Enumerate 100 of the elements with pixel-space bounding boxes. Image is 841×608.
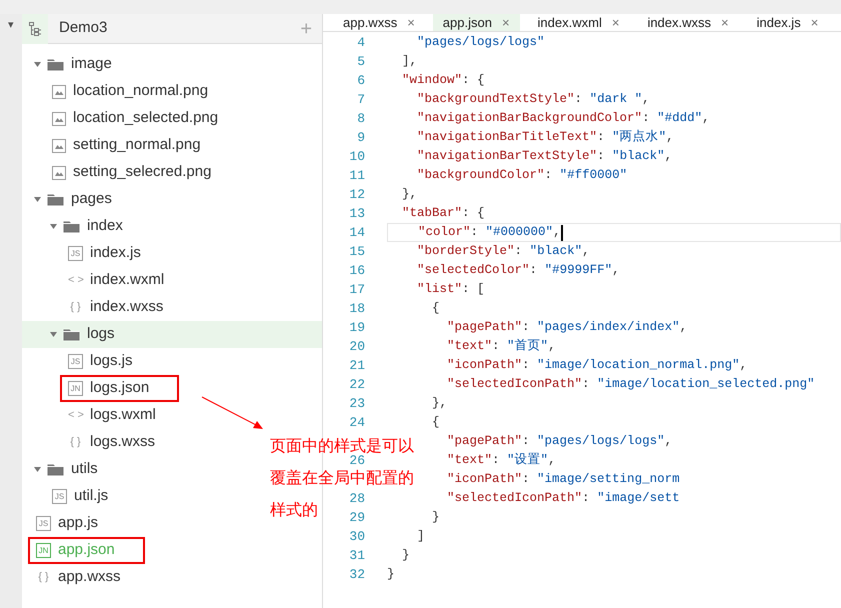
code-line: "pagePath": "pages/index/index", xyxy=(447,319,688,336)
line-number: 9 xyxy=(356,128,365,147)
file-name: index.wxss xyxy=(90,297,164,318)
file-type-icon: { } xyxy=(68,434,83,451)
line-number: 12 xyxy=(348,186,365,204)
line-number: 6 xyxy=(356,72,365,90)
line-number: 20 xyxy=(348,338,365,356)
close-icon[interactable]: × xyxy=(502,12,510,32)
code-line: "backgroundColor": "#ff0000" xyxy=(417,167,628,184)
line-number: 22 xyxy=(348,376,365,394)
code-line: "navigationBarTitleText": "两点水", xyxy=(417,129,674,146)
code-line: } xyxy=(387,566,395,583)
file-name: logs.js xyxy=(90,351,133,372)
image-icon xyxy=(52,138,66,152)
code-line: { xyxy=(432,414,440,431)
tree-item[interactable]: index xyxy=(22,213,129,240)
file-type-icon: JS xyxy=(52,489,67,504)
tree-item[interactable]: logs xyxy=(22,321,322,348)
tree-item[interactable]: { } app.wxss xyxy=(22,564,127,591)
file-name: index xyxy=(87,216,123,236)
arrow xyxy=(202,396,263,429)
line-number: 4 xyxy=(356,34,365,52)
tree-icon[interactable] xyxy=(28,22,42,36)
editor-tab[interactable]: app.json × xyxy=(432,14,520,31)
tree-item[interactable]: JS util.js xyxy=(22,483,114,510)
tree-item[interactable]: JS logs.js xyxy=(22,348,139,375)
line-number: 14 xyxy=(348,224,365,242)
code-line: "borderStyle": "black", xyxy=(417,243,590,260)
file-type-icon: JS xyxy=(36,516,51,531)
tree-item[interactable]: location_normal.png xyxy=(22,78,214,105)
caret-icon[interactable] xyxy=(34,197,41,202)
line-number: 21 xyxy=(348,356,365,375)
code-line: ] xyxy=(417,528,425,545)
folder-icon xyxy=(47,58,64,71)
line-number: 32 xyxy=(348,566,365,584)
close-icon[interactable]: × xyxy=(407,12,415,32)
code-line: "pages/logs/logs" xyxy=(417,34,545,51)
tree-item[interactable]: location_selected.png xyxy=(22,105,224,132)
file-name: logs xyxy=(87,324,115,344)
tree-item[interactable]: setting_selecred.png xyxy=(22,159,218,186)
folder-icon xyxy=(47,193,64,206)
line-number: 24 xyxy=(348,414,365,432)
tree-item[interactable]: { } index.wxss xyxy=(22,294,170,321)
file-name: setting_selecred.png xyxy=(73,162,212,182)
tree-item[interactable]: { } logs.wxss xyxy=(22,429,162,456)
file-name: app.js xyxy=(58,513,98,534)
caret-icon[interactable]: ▾ xyxy=(8,18,14,32)
file-name: logs.json xyxy=(90,378,150,398)
tree-item[interactable]: pages xyxy=(22,186,118,213)
caret-icon[interactable] xyxy=(34,62,41,67)
caret-icon[interactable] xyxy=(50,224,57,229)
tree-item[interactable]: utils xyxy=(22,456,104,483)
file-name: location_normal.png xyxy=(73,81,208,102)
file-name: logs.wxml xyxy=(90,405,156,426)
image-icon xyxy=(52,112,66,126)
caret-icon[interactable] xyxy=(34,467,41,472)
code-line: "text": "设置", xyxy=(447,452,556,469)
line-number: 19 xyxy=(348,318,365,337)
code-line: "selectedColor": "#9999FF", xyxy=(417,262,620,279)
line-number: 23 xyxy=(348,394,365,413)
code-line: "iconPath": "image/location_normal.png", xyxy=(447,357,748,374)
caret-icon[interactable] xyxy=(50,332,57,337)
line-number: 10 xyxy=(348,148,365,166)
line-number: 31 xyxy=(348,546,365,565)
tree-item[interactable]: JS app.js xyxy=(22,510,104,537)
folder-icon xyxy=(47,463,64,476)
line-number: 16 xyxy=(348,262,365,280)
image-icon xyxy=(52,84,66,98)
tree-item[interactable]: image xyxy=(22,51,118,78)
line-number: 28 xyxy=(348,490,365,508)
folder-icon xyxy=(63,328,80,341)
code-line: "list": [ xyxy=(417,281,485,298)
tree-item[interactable]: JS index.js xyxy=(22,240,147,267)
line-number: 7 xyxy=(356,90,365,109)
close-icon[interactable]: × xyxy=(721,12,729,32)
file-name: util.js xyxy=(74,486,108,506)
file-name: app.wxss xyxy=(58,567,121,588)
line-number: 13 xyxy=(348,204,365,223)
line-number: 26 xyxy=(349,452,365,470)
code-line: }, xyxy=(432,395,448,412)
line-number: 8 xyxy=(356,110,365,128)
close-icon[interactable]: × xyxy=(810,12,818,32)
image-icon xyxy=(52,166,66,180)
code-line: "selectedIconPath": "image/location_selected.png" xyxy=(447,376,815,393)
tree-item[interactable]: JN logs.json xyxy=(22,375,186,402)
line-number: 11 xyxy=(348,166,365,185)
close-icon[interactable]: × xyxy=(612,12,620,32)
code-line: "selectedIconPath": "image/sett xyxy=(447,490,680,507)
annotation-text: 覆盖在全局中配置的 xyxy=(270,469,414,489)
file-type-icon: < > xyxy=(68,407,83,424)
line-number: 5 xyxy=(356,52,365,71)
file-type-icon: < > xyxy=(68,272,83,289)
tree-item[interactable]: < > index.wxml xyxy=(22,267,170,294)
file-name: index.wxml xyxy=(90,270,164,290)
tree-item[interactable]: < > logs.wxml xyxy=(22,402,162,429)
file-type-icon: JN xyxy=(36,543,51,558)
file-name: setting_normal.png xyxy=(73,135,201,156)
project-name: Demo3 xyxy=(59,18,108,38)
tree-item[interactable]: setting_normal.png xyxy=(22,132,207,159)
line-number: 18 xyxy=(348,300,365,318)
